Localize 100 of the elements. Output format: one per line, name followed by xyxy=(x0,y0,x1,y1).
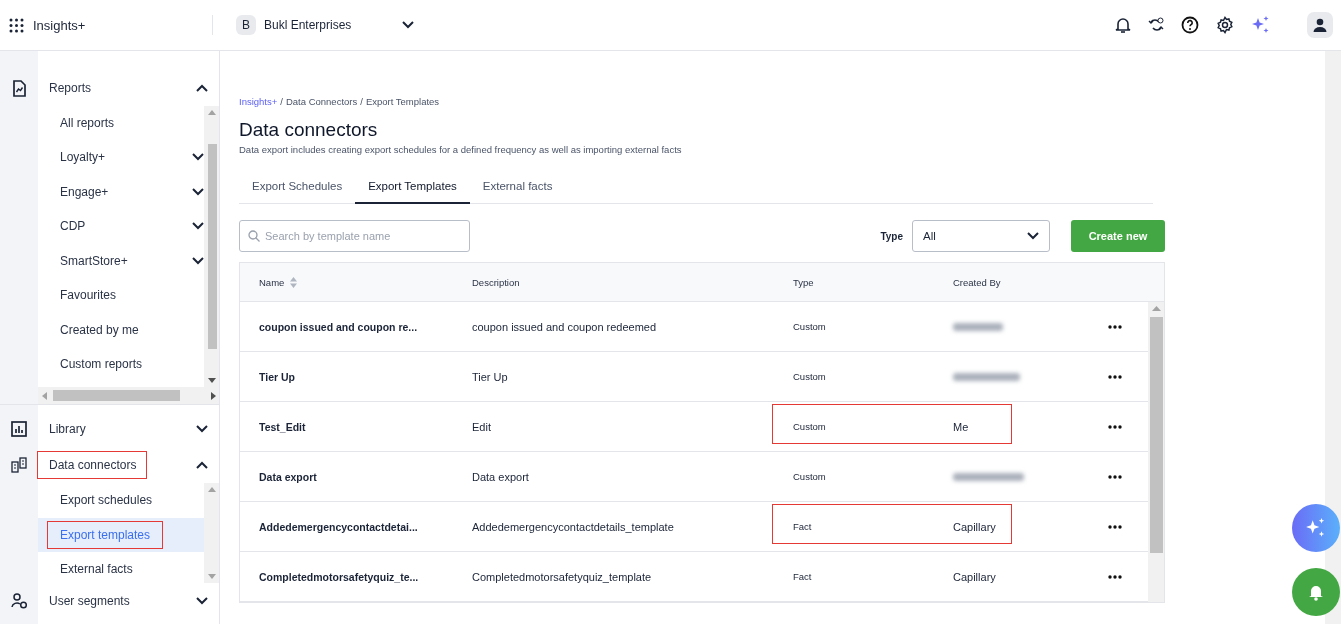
chevron-down-icon[interactable] xyxy=(196,425,208,433)
type-filter-label: Type xyxy=(880,230,903,242)
created-by: Capillary xyxy=(953,520,997,533)
more-options-icon[interactable] xyxy=(1108,524,1122,529)
nav-section-header[interactable]: Reports xyxy=(37,74,103,102)
created-by: Me xyxy=(953,420,970,433)
nav-item[interactable]: All reports xyxy=(38,106,204,140)
nav-item-label: Favourites xyxy=(60,287,117,305)
nav-section-header[interactable]: User segments xyxy=(37,587,141,615)
nav-item-label: CDP xyxy=(60,218,86,236)
notification-button[interactable] xyxy=(1292,568,1340,616)
nav-item-label: All reports xyxy=(60,115,115,132)
page-title: Data connectors xyxy=(239,119,379,141)
bell-icon xyxy=(1307,583,1325,601)
template-description: Addedemergencycontactdetails_template xyxy=(472,520,675,533)
nav-item[interactable]: Export schedules xyxy=(38,483,204,518)
column-header: Created By xyxy=(953,276,1002,288)
org-dropdown-icon[interactable] xyxy=(402,21,414,29)
notification-bell-icon[interactable] xyxy=(1115,16,1131,34)
template-description: coupon issued and coupon redeemed xyxy=(472,320,658,333)
more-options-icon[interactable] xyxy=(1108,574,1122,579)
nav-item[interactable]: CDP xyxy=(38,209,204,244)
user-avatar-button[interactable] xyxy=(1307,12,1333,38)
chevron-up-icon[interactable] xyxy=(196,461,208,469)
breadcrumb-link[interactable]: Insights+ xyxy=(239,96,278,107)
bar-chart-icon[interactable] xyxy=(11,421,27,437)
more-options-icon[interactable] xyxy=(1108,474,1122,479)
more-options-icon[interactable] xyxy=(1108,424,1122,429)
chevron-down-icon xyxy=(192,187,204,196)
table-scrollbar[interactable] xyxy=(1148,302,1164,602)
chevron-down-icon xyxy=(192,222,204,231)
chevron-up-icon[interactable] xyxy=(196,84,208,92)
app-name: Insights+ xyxy=(33,17,86,33)
data-transfer-icon[interactable] xyxy=(11,457,27,473)
nav-item[interactable]: Loyalty+ xyxy=(38,140,204,175)
nav-item[interactable]: Favourites xyxy=(38,278,204,313)
org-avatar: B xyxy=(236,15,256,35)
nav-item-label: Export templates xyxy=(47,520,164,549)
nav-item[interactable]: Custom reports xyxy=(38,347,204,382)
template-type: Custom xyxy=(793,321,827,332)
nav-item-label: Export schedules xyxy=(60,492,153,510)
template-type: Custom xyxy=(793,421,827,432)
template-description: Completedmotorsafetyquiz_template xyxy=(472,570,653,583)
report-document-icon[interactable] xyxy=(11,79,27,97)
scrollbar[interactable] xyxy=(204,106,219,387)
settings-icon[interactable] xyxy=(1216,16,1234,34)
scroll-down-arrow-icon[interactable] xyxy=(208,378,216,383)
template-name[interactable]: coupon issued and coupon re... xyxy=(259,320,472,333)
column-header: Name xyxy=(259,276,285,288)
nav-item-label: External facts xyxy=(60,561,133,579)
user-icon xyxy=(1313,18,1327,32)
horizontal-scrollbar[interactable] xyxy=(38,387,219,404)
column-header: Description xyxy=(472,276,521,288)
breadcrumb-item: Data Connectors xyxy=(285,96,358,107)
nav-section-header[interactable]: Library xyxy=(37,415,97,443)
nav-item-label: Custom reports xyxy=(60,356,143,374)
chevron-down-icon xyxy=(1027,232,1039,240)
help-icon[interactable] xyxy=(1181,16,1199,34)
tab[interactable]: Export Schedules xyxy=(239,172,356,204)
template-name[interactable]: Tier Up xyxy=(259,370,472,383)
org-name[interactable]: Bukl Enterprises xyxy=(264,18,394,32)
nav-item[interactable]: Created by me xyxy=(38,312,204,347)
template-name[interactable]: Completedmotorsafetyquiz_te... xyxy=(259,570,472,583)
nav-item-label: Loyalty+ xyxy=(60,149,106,167)
breadcrumb-separator: / xyxy=(280,96,283,107)
refresh-clock-icon[interactable] xyxy=(1148,17,1164,33)
nav-item-label: Engage+ xyxy=(60,183,109,201)
nav-item[interactable]: Export templates xyxy=(38,517,204,552)
tab[interactable]: External facts xyxy=(469,172,566,204)
template-type: Fact xyxy=(793,521,813,532)
template-type: Fact xyxy=(793,571,813,582)
sparkle-icon[interactable] xyxy=(1251,15,1271,35)
page-subtitle: Data export includes creating export schedules for a defined frequency as well as importing external facts xyxy=(239,144,683,155)
search-field[interactable]: Search by template name xyxy=(239,220,470,252)
more-options-icon[interactable] xyxy=(1108,324,1122,329)
chevron-down-icon[interactable] xyxy=(196,597,208,605)
template-name[interactable]: Test_Edit xyxy=(259,420,472,433)
created-by: Capillary xyxy=(953,570,997,583)
more-options-icon[interactable] xyxy=(1108,374,1122,379)
breadcrumb-item: Export Templates xyxy=(365,96,440,107)
apps-grid-icon[interactable] xyxy=(9,17,24,33)
template-description: Edit xyxy=(472,420,492,433)
template-type: Custom xyxy=(793,471,827,482)
breadcrumb-separator: / xyxy=(360,96,363,107)
page-scrollbar[interactable] xyxy=(1325,51,1341,624)
chevron-down-icon xyxy=(192,153,204,162)
template-name[interactable]: Data export xyxy=(259,470,472,483)
nav-item[interactable]: SmartStore+ xyxy=(38,243,204,278)
column-header: Type xyxy=(793,276,815,288)
nav-item-label: SmartStore+ xyxy=(60,252,128,270)
nav-section-header[interactable]: Data connectors xyxy=(37,451,148,479)
type-dropdown[interactable]: All xyxy=(912,220,1050,252)
nav-item[interactable]: Engage+ xyxy=(38,174,204,209)
search-icon xyxy=(248,230,260,242)
tab[interactable]: Export Templates xyxy=(355,172,470,204)
nav-item[interactable]: External facts xyxy=(38,552,204,583)
scroll-right-arrow-icon[interactable] xyxy=(211,391,216,400)
ai-assistant-button[interactable] xyxy=(1292,504,1340,552)
user-settings-icon[interactable] xyxy=(10,593,28,609)
template-name[interactable]: Addedemergencycontactdetai... xyxy=(259,520,472,533)
